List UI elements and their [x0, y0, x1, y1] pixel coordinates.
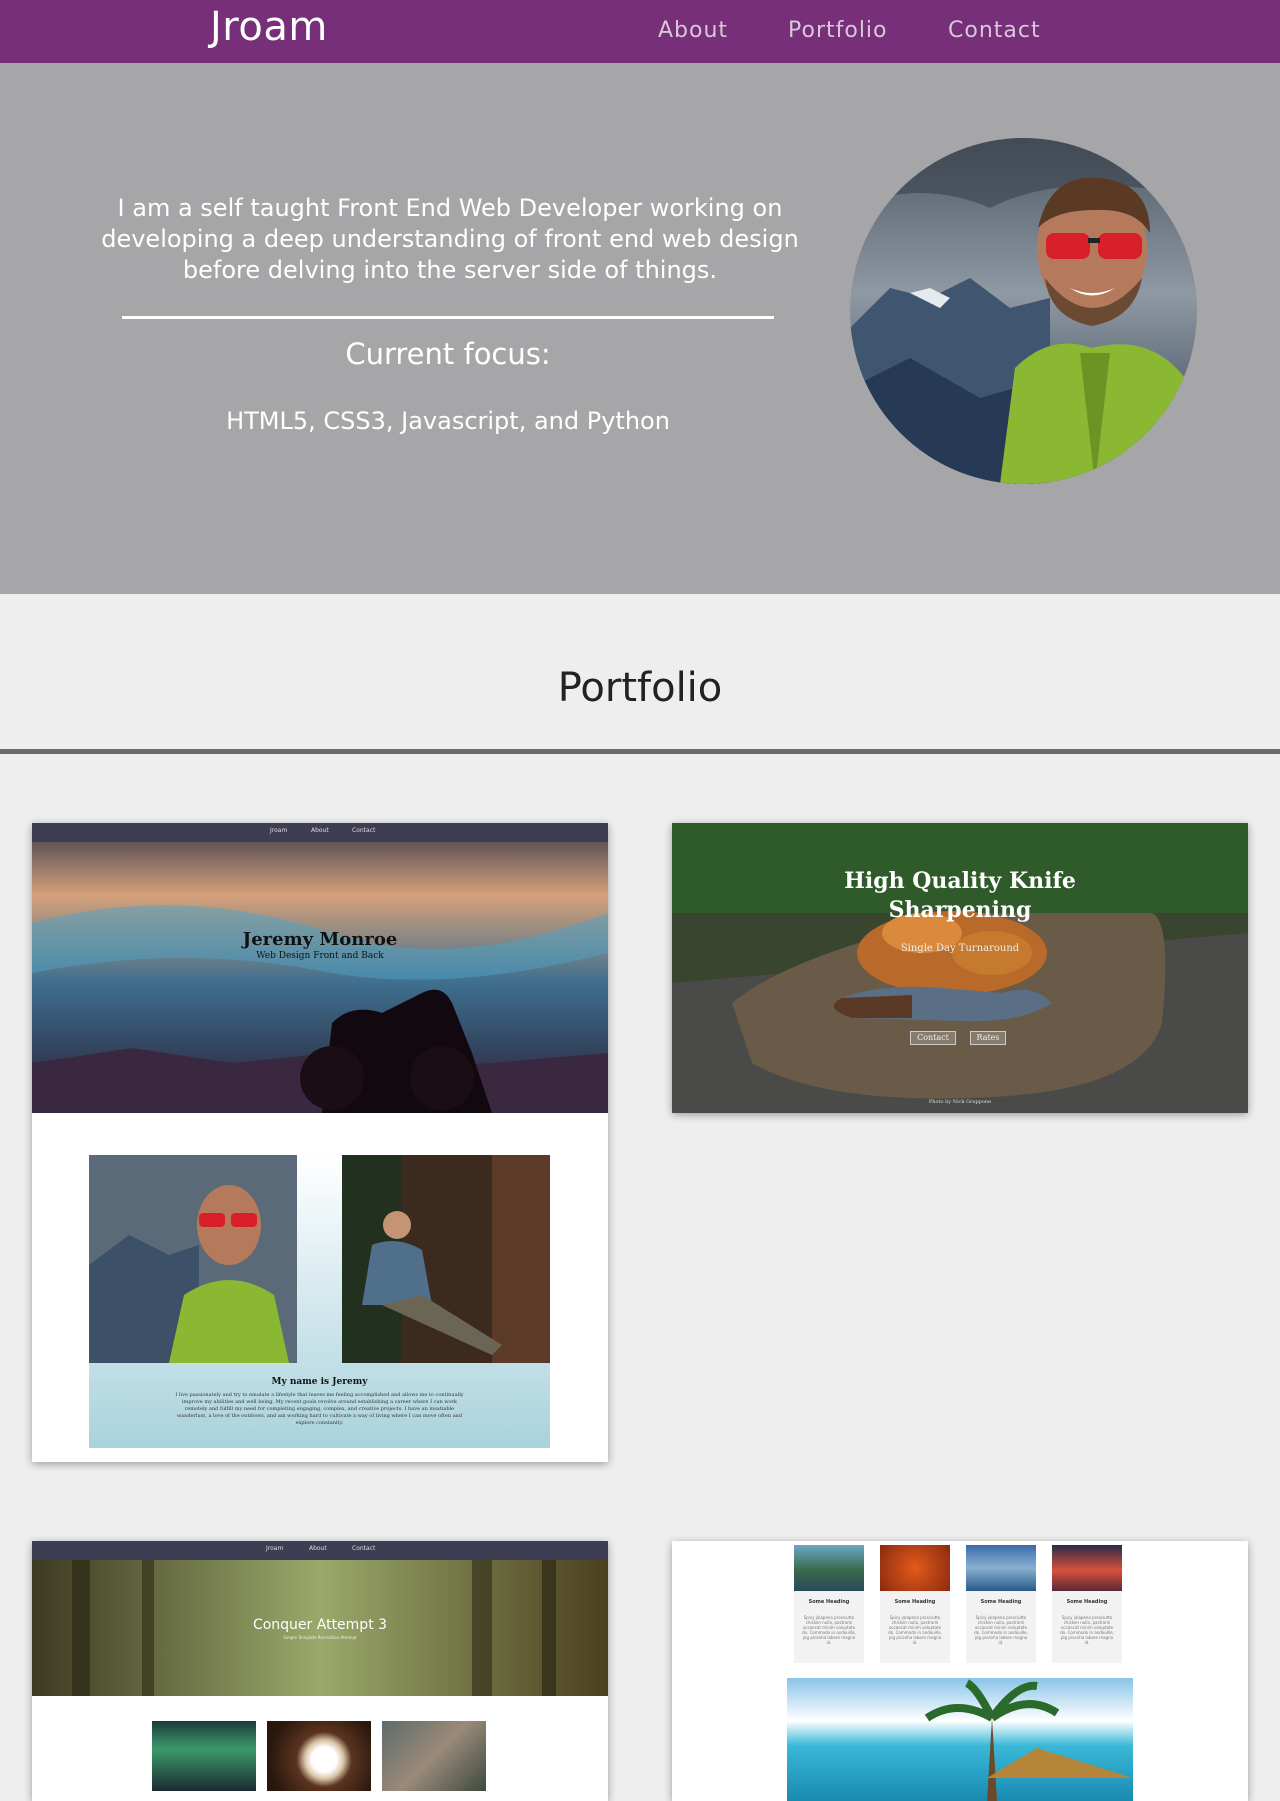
card-title: Conquer Attempt 3: [252, 1617, 388, 1633]
card-subtitle: Web Design Front and Back: [256, 951, 384, 961]
feature-image-4: [1052, 1545, 1122, 1591]
card-subtitle: Simple Template Recreation Attempt: [283, 1635, 357, 1640]
card-hero-image: [32, 823, 608, 1113]
feature-image-3: [966, 1545, 1036, 1591]
portfolio-card-jeremy-monroe[interactable]: Jroam About Contact Jeremy Monroe Web De…: [32, 823, 608, 1462]
feature-text-2: Spicy jalapeno prosciutto chicken nulla,…: [888, 1615, 942, 1645]
mini-nav-brand: Jroam: [266, 1545, 284, 1552]
feature-heading-3: Some Heading: [980, 1599, 1022, 1605]
top-nav: Jroam About Portfolio Contact: [0, 0, 1280, 63]
portfolio-heading: Portfolio: [557, 665, 723, 711]
about-section: I am a self taught Front End Web Develop…: [0, 63, 1280, 594]
portfolio-card-template[interactable]: Some Heading Spicy jalapeno prosciutto c…: [672, 1541, 1248, 1801]
tropical-banner: [787, 1678, 1133, 1801]
feature-col-4: Some Heading Spicy jalapeno prosciutto c…: [1052, 1545, 1122, 1663]
feature-col-2: Some Heading Spicy jalapeno prosciutto c…: [880, 1545, 950, 1663]
about-text: I live passionately and try to emulate a…: [175, 1392, 464, 1426]
feature-text-3: Spicy jalapeno prosciutto chicken nulla,…: [974, 1615, 1028, 1645]
nav-link-portfolio[interactable]: Portfolio: [788, 18, 888, 43]
feature-image-2: [880, 1545, 950, 1591]
thumb-coffee: [267, 1721, 371, 1791]
photo-jeremy: [89, 1155, 297, 1363]
about-heading: My name is Jeremy: [271, 1377, 368, 1387]
card-title: Jeremy Monroe: [242, 929, 398, 950]
portfolio-divider: [0, 749, 1280, 754]
photo-credit: Photo by Nick Grappone: [928, 1099, 992, 1105]
mini-nav-contact: Contact: [352, 827, 376, 834]
card-title: High Quality Knife Sharpening: [844, 868, 1076, 923]
thumb-aurora: [152, 1721, 256, 1791]
mini-nav-contact: Contact: [352, 1545, 376, 1552]
focus-list: HTML5, CSS3, Javascript, and Python: [226, 407, 670, 435]
mini-nav: Jroam About Contact: [32, 1541, 608, 1560]
nav-link-contact[interactable]: Contact: [948, 18, 1041, 43]
about-panel: My name is Jeremy I live passionately an…: [89, 1155, 550, 1448]
divider: [122, 316, 774, 319]
feature-heading-2: Some Heading: [894, 1599, 936, 1605]
feature-heading-4: Some Heading: [1066, 1599, 1108, 1605]
mini-nav-brand: Jroam: [270, 827, 288, 834]
photo-forest: [342, 1155, 550, 1363]
feature-heading-1: Some Heading: [808, 1599, 850, 1605]
mini-nav-about: About: [309, 1545, 327, 1552]
contact-button[interactable]: Contact: [910, 1031, 956, 1045]
feature-col-3: Some Heading Spicy jalapeno prosciutto c…: [966, 1545, 1036, 1663]
intro-text: I am a self taught Front End Web Develop…: [101, 194, 799, 284]
focus-heading: Current focus:: [345, 337, 551, 371]
brand-logo[interactable]: Jroam: [210, 4, 328, 50]
profile-photo: [850, 138, 1197, 484]
card-subtitle: Single Day Turnaround: [900, 943, 1020, 954]
nav-link-about[interactable]: About: [658, 18, 728, 43]
thumb-road: [382, 1721, 486, 1791]
feature-image-1: [794, 1545, 864, 1591]
portfolio-card-knife-sharpening[interactable]: High Quality Knife Sharpening Single Day…: [672, 823, 1248, 1113]
feature-text-4: Spicy jalapeno prosciutto chicken nulla,…: [1060, 1615, 1114, 1645]
feature-text-1: Spicy jalapeno prosciutto chicken nulla,…: [802, 1615, 856, 1645]
feature-col-1: Some Heading Spicy jalapeno prosciutto c…: [794, 1545, 864, 1663]
portfolio-card-conquer-attempt[interactable]: Jroam About Contact Conquer Attempt 3 Si…: [32, 1541, 608, 1801]
rates-button[interactable]: Rates: [970, 1031, 1006, 1045]
mini-nav: Jroam About Contact: [32, 823, 608, 842]
mini-nav-about: About: [311, 827, 329, 834]
